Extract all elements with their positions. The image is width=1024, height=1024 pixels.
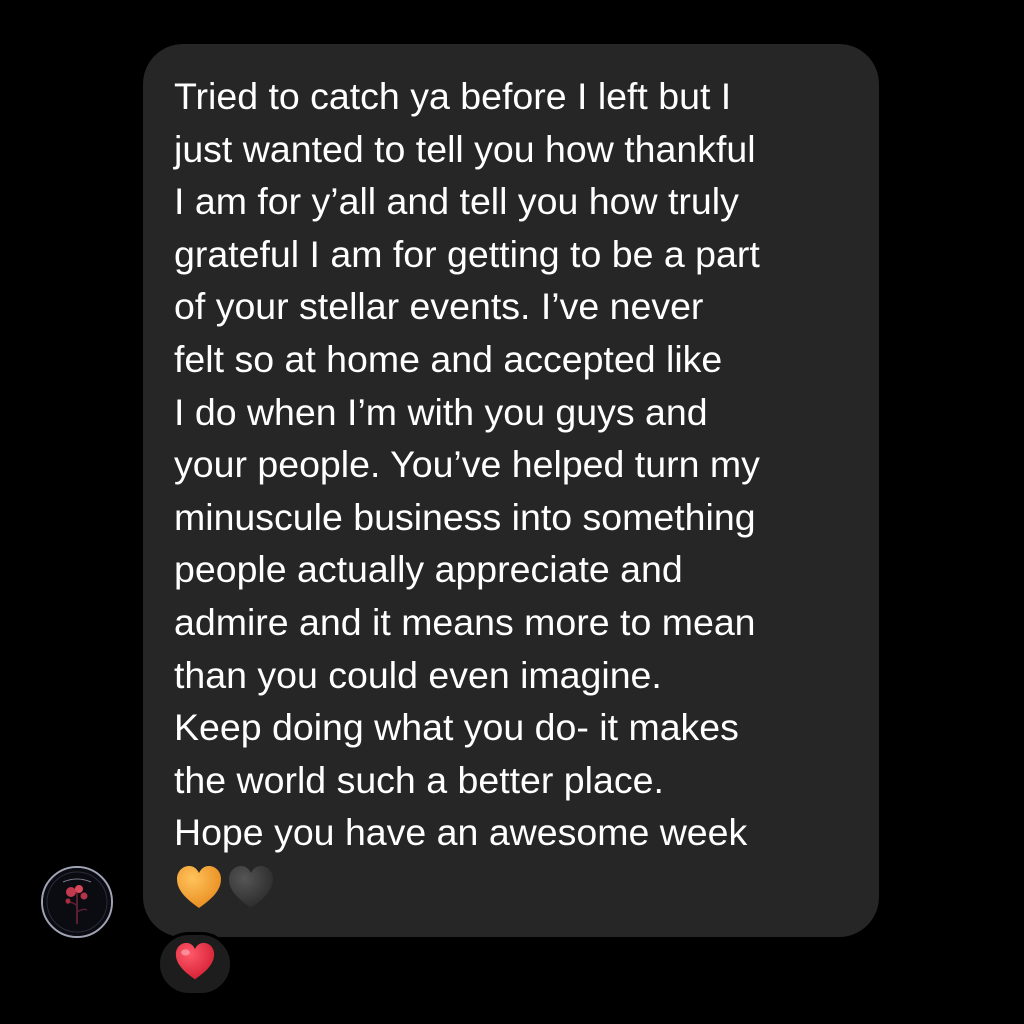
avatar-image (43, 868, 111, 936)
message-line: just wanted to tell you how thankful (174, 127, 756, 170)
message-line: Hope you have an awesome week (174, 811, 748, 854)
message-line: admire and it means more to mean (174, 600, 756, 643)
message-line: your people. You’ve helped turn my (174, 443, 760, 486)
avatar[interactable] (41, 866, 113, 938)
message-text: Tried to catch ya before I left but I ju… (174, 70, 760, 859)
chat-screen: Tried to catch ya before I left but I ju… (0, 0, 1024, 1024)
message-line: felt so at home and accepted like (174, 337, 723, 380)
message-line: I do when I’m with you guys and (174, 390, 708, 433)
red-heart-icon (173, 942, 217, 987)
message-line: of your stellar events. I’ve never (174, 285, 704, 328)
message-line: I am for y’all and tell you how truly (174, 180, 739, 223)
message-line: people actually appreciate and (174, 548, 683, 591)
black-heart-icon (227, 865, 275, 911)
message-line: Tried to catch ya before I left but I (174, 75, 732, 117)
message-line: minuscule business into something (174, 495, 756, 538)
message-line: Keep doing what you do- it makes (174, 706, 739, 749)
message-emoji-row (175, 863, 275, 913)
message-line: grateful I am for getting to be a part (174, 232, 760, 275)
message-line: than you could even imagine. (174, 653, 662, 696)
orange-heart-icon (175, 865, 223, 911)
message-line: the world such a better place. (174, 758, 664, 801)
reaction-badge[interactable] (157, 932, 233, 996)
